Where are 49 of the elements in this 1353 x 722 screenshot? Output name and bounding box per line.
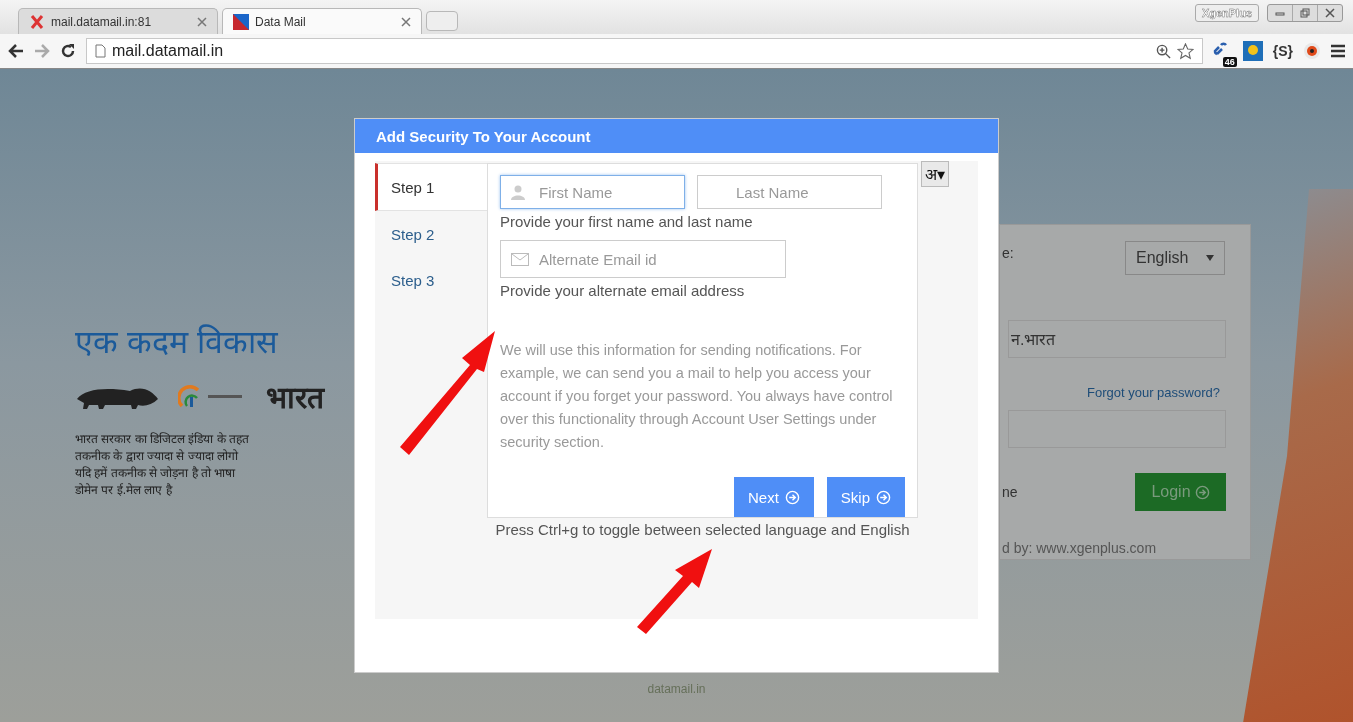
close-icon[interactable] xyxy=(401,16,411,27)
circle-extension-icon[interactable] xyxy=(1303,42,1321,60)
reload-icon[interactable] xyxy=(60,43,76,59)
last-name-field[interactable]: Last Name xyxy=(697,175,882,209)
tab-title: Data Mail xyxy=(255,14,307,29)
info-paragraph: We will use this information for sending notifications. For example, we can send you a mail to help you access your account if you forget your password. You always have control over this functionality through Account User Settings under security section. xyxy=(500,341,894,452)
first-name-field[interactable]: First Name xyxy=(500,175,685,209)
language-toggle[interactable]: अ▾ xyxy=(921,161,950,187)
menu-icon[interactable] xyxy=(1331,44,1345,58)
forgot-password-link[interactable]: Forgot your password? xyxy=(1087,385,1220,400)
remember-label: ne xyxy=(1002,484,1018,500)
arrow-circle-icon xyxy=(876,489,891,505)
name-hint: Provide your first name and last name xyxy=(500,213,754,230)
weather-icon[interactable] xyxy=(1242,41,1263,61)
page-heading: एक कदम विकास xyxy=(75,323,279,362)
page-icon xyxy=(95,44,106,58)
powered-by-text: d by: www.xgenplus.com xyxy=(1002,540,1157,556)
person-icon xyxy=(511,184,525,200)
profile-name[interactable]: XgenPlus xyxy=(1194,4,1259,22)
browser-tab[interactable]: Data Mail xyxy=(222,8,422,34)
brand-logo-text: भारत xyxy=(266,380,324,416)
site-favicon xyxy=(233,13,249,30)
zoom-icon[interactable] xyxy=(1155,43,1171,59)
keyboard-hint: Press Ctrl+g to toggle between selected language and English xyxy=(495,521,910,538)
arrow-circle-icon xyxy=(784,489,800,505)
page-paragraph: भारत सरकार का डिजिटल इंडिया के तहत तकनीक के द्वारा ज्यादा से ज्यादा लोगो यदि हमें तकनीक से जोड़ना है तो भाषा डोमेन पर ई.मेल लाए है xyxy=(75,431,250,499)
url-text: mail.datamail.in xyxy=(112,42,225,60)
language-select[interactable]: English xyxy=(1125,241,1225,275)
caret-icon xyxy=(1206,255,1214,261)
language-label: e: xyxy=(1002,245,1014,261)
username-field[interactable]: न.भारत xyxy=(1008,320,1226,358)
browser-tab[interactable]: mail.datamail.in:81 xyxy=(18,8,218,34)
footer-text: datamail.in xyxy=(647,682,706,696)
alternate-email-field[interactable]: Alternate Email id xyxy=(500,240,786,278)
envelope-icon xyxy=(511,252,529,266)
extension-label[interactable]: {S} xyxy=(1272,43,1293,59)
address-bar[interactable]: mail.datamail.in xyxy=(86,38,1203,64)
step-tab[interactable]: Step 2 xyxy=(375,211,487,257)
tab-title: mail.datamail.in:81 xyxy=(51,14,153,29)
close-icon[interactable] xyxy=(197,16,207,27)
back-arrow-icon[interactable] xyxy=(8,44,24,58)
step-tab[interactable]: Step 1 xyxy=(375,163,487,211)
site-favicon xyxy=(29,13,45,30)
step-tab[interactable]: Step 3 xyxy=(375,257,487,303)
extension-badge: 46 xyxy=(1222,57,1237,67)
dialog-title: Add Security To Your Account xyxy=(355,119,998,153)
arrow-circle-icon xyxy=(1194,484,1210,500)
email-hint: Provide your alternate email address xyxy=(500,282,746,299)
star-icon[interactable] xyxy=(1176,42,1194,60)
